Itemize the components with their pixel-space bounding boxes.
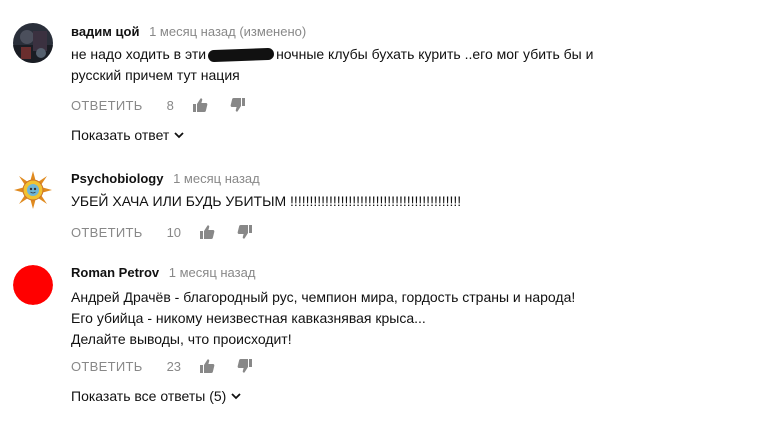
comment-text-part: не надо ходить в эти bbox=[71, 46, 207, 62]
comment-text-line: Его убийца - никому неизвестная кавказня… bbox=[71, 310, 426, 326]
show-replies-button[interactable]: Показать ответ bbox=[71, 127, 185, 143]
redaction-scribble bbox=[207, 48, 275, 63]
comment-author[interactable]: Psychobiology bbox=[71, 171, 163, 186]
comment-header: вадим цой 1 месяц назад (изменено) bbox=[71, 24, 306, 39]
comment-text-line: Андрей Драчёв - благородный рус, чемпион… bbox=[71, 289, 576, 305]
comment-text: не надо ходить в эти ночные клубы бухать … bbox=[71, 44, 593, 86]
show-replies-label: Показать все ответы (5) bbox=[71, 388, 227, 404]
avatar[interactable] bbox=[13, 265, 53, 305]
comment-text-line: УБЕЙ ХАЧА ИЛИ БУДЬ УБИТЫМ !!!!!!!!!!!!!!… bbox=[71, 193, 462, 209]
reply-button[interactable]: ОТВЕТИТЬ bbox=[71, 359, 143, 374]
comment-author[interactable]: Roman Petrov bbox=[71, 265, 159, 280]
thumbs-down-icon[interactable] bbox=[237, 358, 253, 374]
comment-header: Roman Petrov 1 месяц назад bbox=[71, 265, 255, 280]
like-count: 23 bbox=[166, 358, 182, 374]
comment-text-line: русский причем тут нация bbox=[71, 67, 240, 83]
comment-time[interactable]: 1 месяц назад bbox=[173, 171, 260, 186]
sun-emblem-icon bbox=[13, 170, 53, 210]
chevron-down-icon bbox=[231, 393, 241, 400]
like-count: 10 bbox=[166, 224, 182, 240]
chevron-down-icon bbox=[174, 132, 184, 139]
comment-actions: ОТВЕТИТЬ 23 bbox=[71, 356, 275, 376]
avatar[interactable] bbox=[13, 23, 53, 63]
comment-actions: ОТВЕТИТЬ 10 bbox=[71, 222, 275, 242]
comment-header: Psychobiology 1 месяц назад bbox=[71, 171, 260, 186]
avatar-image bbox=[13, 265, 53, 305]
comment-text: Андрей Драчёв - благородный рус, чемпион… bbox=[71, 287, 575, 350]
show-all-replies-button[interactable]: Показать все ответы (5) bbox=[71, 388, 242, 404]
comment-time[interactable]: 1 месяц назад bbox=[169, 265, 256, 280]
thumbs-up-icon[interactable] bbox=[199, 224, 215, 240]
show-replies-label: Показать ответ bbox=[71, 127, 170, 143]
avatar-image bbox=[13, 23, 53, 63]
reply-button[interactable]: ОТВЕТИТЬ bbox=[71, 98, 143, 113]
avatar[interactable] bbox=[13, 170, 53, 210]
comment-text: УБЕЙ ХАЧА ИЛИ БУДЬ УБИТЫМ !!!!!!!!!!!!!!… bbox=[71, 191, 461, 212]
comment-text-line: Делайте выводы, что происходит! bbox=[71, 331, 292, 347]
thumbs-down-icon[interactable] bbox=[230, 97, 246, 113]
comment-text-part: ночные клубы бухать курить ..его мог уби… bbox=[276, 46, 594, 62]
thumbs-up-icon[interactable] bbox=[199, 358, 215, 374]
thumbs-down-icon[interactable] bbox=[237, 224, 253, 240]
comment-time[interactable]: 1 месяц назад (изменено) bbox=[149, 24, 306, 39]
like-count: 8 bbox=[166, 97, 174, 113]
comment-actions: ОТВЕТИТЬ 8 bbox=[71, 95, 268, 115]
comment-author[interactable]: вадим цой bbox=[71, 24, 139, 39]
reply-button[interactable]: ОТВЕТИТЬ bbox=[71, 225, 143, 240]
thumbs-up-icon[interactable] bbox=[192, 97, 208, 113]
